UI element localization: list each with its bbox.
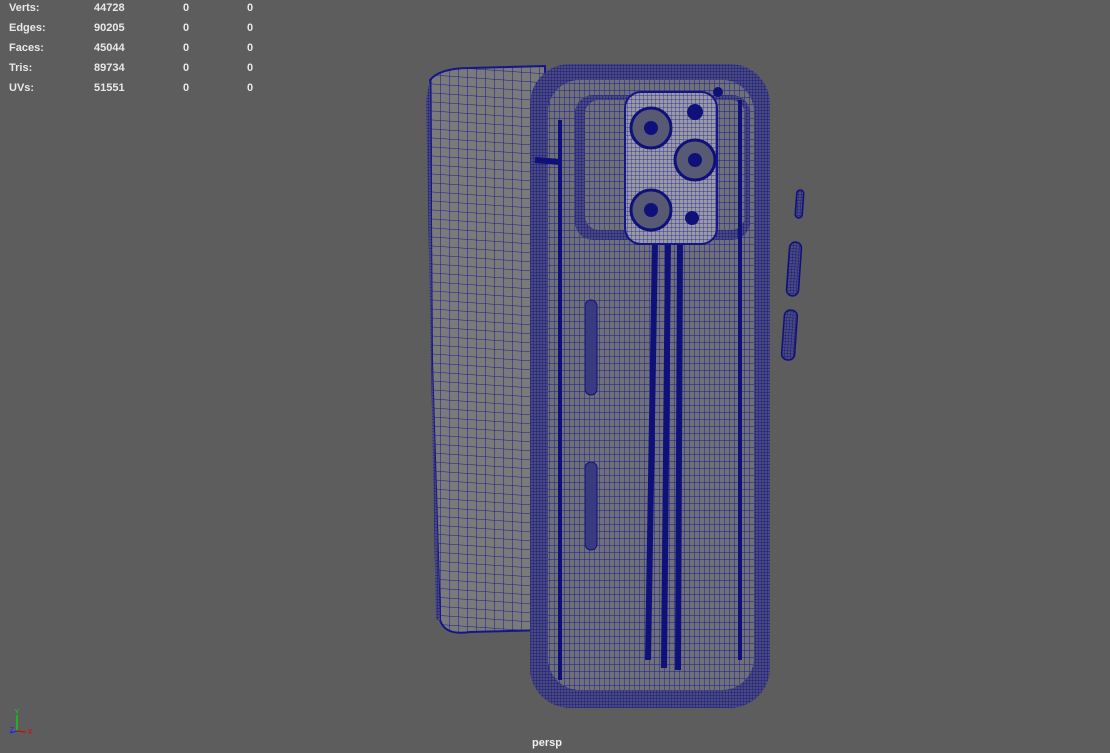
poly-count-hud: Verts: 44728 0 0 Edges: 90205 0 0 Faces:… <box>8 0 268 100</box>
stat-label: UVs: <box>9 82 35 94</box>
stat-total: 51551 <box>94 82 125 94</box>
stat-label: Verts: <box>9 2 40 14</box>
side-buttons-mesh[interactable] <box>780 189 805 361</box>
camera-label: persp <box>532 737 562 749</box>
stat-extra: 0 <box>247 22 254 34</box>
axis-x-label: X <box>28 729 33 736</box>
stat-total: 44728 <box>94 2 125 14</box>
stat-selected: 0 <box>183 82 190 94</box>
back-cover-mesh[interactable] <box>426 64 550 634</box>
stat-selected: 0 <box>183 2 190 14</box>
stats-row-edges: Edges: 90205 0 0 <box>8 20 268 40</box>
stat-extra: 0 <box>247 82 254 94</box>
stats-row-faces: Faces: 45044 0 0 <box>8 40 268 60</box>
stats-row-tris: Tris: 89734 0 0 <box>8 60 268 80</box>
stats-row-uvs: UVs: 51551 0 0 <box>8 80 268 100</box>
stat-label: Edges: <box>9 22 46 34</box>
stat-selected: 0 <box>183 42 190 54</box>
stat-selected: 0 <box>183 22 190 34</box>
axis-gizmo-icon: Y X Z <box>9 709 33 736</box>
stat-extra: 0 <box>247 42 254 54</box>
stats-row-verts: Verts: 44728 0 0 <box>8 0 268 20</box>
axis-y-label: Y <box>15 709 20 716</box>
stat-label: Tris: <box>9 62 33 74</box>
camera-bump-mesh[interactable] <box>624 87 723 245</box>
stat-total: 90205 <box>94 22 125 34</box>
stat-selected: 0 <box>183 62 190 74</box>
stat-extra: 0 <box>247 2 254 14</box>
axis-z-label: Z <box>10 727 15 734</box>
stat-total: 45044 <box>94 42 125 54</box>
stat-extra: 0 <box>247 62 254 74</box>
stat-total: 89734 <box>94 62 125 74</box>
viewport-canvas[interactable] <box>0 0 1110 753</box>
stat-label: Faces: <box>9 42 44 54</box>
